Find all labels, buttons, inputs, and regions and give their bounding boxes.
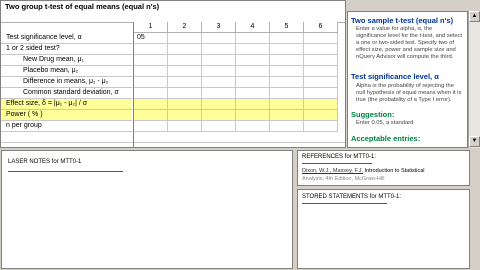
grid-cell[interactable] xyxy=(202,110,236,121)
grid-cell[interactable] xyxy=(236,99,270,110)
grid-cell[interactable] xyxy=(134,88,168,99)
grid-cell[interactable] xyxy=(270,44,304,55)
grid-cell[interactable] xyxy=(134,99,168,110)
grid-cell[interactable] xyxy=(270,33,304,44)
grid-cell[interactable] xyxy=(304,44,338,55)
grid-cell[interactable] xyxy=(270,121,304,132)
grid-title: Two group t-test of equal means (equal n… xyxy=(5,2,160,11)
grid-cell[interactable] xyxy=(202,44,236,55)
scroll-up-arrow-icon[interactable]: ▲ xyxy=(469,11,480,22)
grid-cell[interactable] xyxy=(168,33,202,44)
grid-cell[interactable] xyxy=(168,121,202,132)
suggestion-label: Suggestion: xyxy=(351,110,395,119)
grid-cell[interactable] xyxy=(134,44,168,55)
grid-cell[interactable] xyxy=(236,121,270,132)
grid-cell[interactable] xyxy=(168,88,202,99)
grid-cell[interactable] xyxy=(202,33,236,44)
grid-cell[interactable] xyxy=(202,77,236,88)
column-header-6[interactable]: 6 xyxy=(304,22,338,33)
scroll-down-arrow-icon[interactable]: ▼ xyxy=(469,136,480,147)
stored-title: STORED STATEMENTS for MTT0-1: xyxy=(302,194,402,200)
grid-cell[interactable] xyxy=(168,99,202,110)
notes-title: LASER NOTES for MTT0-1 xyxy=(8,159,82,165)
grid-cell[interactable] xyxy=(202,55,236,66)
stored-statements-pane[interactable]: STORED STATEMENTS for MTT0-1: xyxy=(297,189,470,269)
grid-cell[interactable] xyxy=(202,121,236,132)
grid-cell[interactable] xyxy=(304,99,338,110)
column-header-2[interactable]: 2 xyxy=(168,22,202,33)
grid-cell[interactable] xyxy=(236,55,270,66)
label-column-divider xyxy=(133,22,134,147)
grid-cell[interactable] xyxy=(134,110,168,121)
grid-empty-row xyxy=(1,132,345,143)
grid-cell[interactable] xyxy=(270,77,304,88)
grid-cell[interactable] xyxy=(304,55,338,66)
grid-cell[interactable] xyxy=(304,121,338,132)
grid-cell[interactable] xyxy=(168,66,202,77)
grid-cell[interactable] xyxy=(270,110,304,121)
row-label: 1 or 2 sided test? xyxy=(1,44,132,55)
grid-cell[interactable] xyxy=(236,33,270,44)
grid-cell[interactable] xyxy=(236,44,270,55)
row-label: Placebo mean, μ₂ xyxy=(1,66,132,77)
grid-cell[interactable] xyxy=(134,66,168,77)
row-label: n per group xyxy=(1,121,132,132)
row-label: Difference in means, μ₁ - μ₂ xyxy=(1,77,132,88)
column-header-1[interactable]: 1 xyxy=(134,22,168,33)
row-label: Power ( % ) xyxy=(1,110,132,121)
references-underline xyxy=(302,163,372,164)
reference-title: Introduction to Statistical xyxy=(364,168,425,174)
grid-cell[interactable] xyxy=(168,77,202,88)
grid-cell[interactable] xyxy=(236,110,270,121)
grid-cell[interactable] xyxy=(134,121,168,132)
help-title: Two sample t-test (equal n's) xyxy=(351,16,454,25)
grid-cell[interactable] xyxy=(304,77,338,88)
grid-cell[interactable] xyxy=(270,99,304,110)
column-header-5[interactable]: 5 xyxy=(270,22,304,33)
column-header-4[interactable]: 4 xyxy=(236,22,270,33)
references-pane[interactable]: REFERENCES for MTT0-1: Dixon, W.J., Mass… xyxy=(297,150,470,186)
row-label: New Drug mean, μ₁ xyxy=(1,55,132,66)
acceptable-entries-label: Acceptable entries: xyxy=(351,134,421,143)
grid-cell[interactable] xyxy=(236,88,270,99)
row-label: Test significance level, α xyxy=(1,33,132,44)
row-label: Common standard deviation, σ xyxy=(1,88,132,99)
grid-cell[interactable] xyxy=(202,99,236,110)
laser-notes-pane[interactable]: LASER NOTES for MTT0-1 xyxy=(1,150,293,269)
stored-underline xyxy=(302,203,387,204)
grid-cell[interactable] xyxy=(270,66,304,77)
references-title: REFERENCES for MTT0-1: xyxy=(302,154,377,160)
grid-cell[interactable] xyxy=(304,110,338,121)
column-header-3[interactable]: 3 xyxy=(202,22,236,33)
grid-cell[interactable] xyxy=(202,66,236,77)
design-grid: Two group t-test of equal means (equal n… xyxy=(0,0,346,148)
notes-underline xyxy=(8,171,123,172)
help-panel: Two sample t-test (equal n's) Enter a va… xyxy=(347,11,468,148)
reference-authors: Dixon, W.J., Massey, F.J. xyxy=(302,168,364,174)
suggestion-text: Enter 0.05, a standard xyxy=(356,120,414,126)
grid-cell[interactable] xyxy=(168,55,202,66)
grid-cell[interactable] xyxy=(168,44,202,55)
grid-cell[interactable] xyxy=(236,66,270,77)
grid-cell[interactable] xyxy=(168,110,202,121)
grid-cell[interactable] xyxy=(134,77,168,88)
grid-cell[interactable] xyxy=(134,55,168,66)
help-section-title: Test significance level, α xyxy=(351,72,439,81)
reference-entry-cont: Analysis, 4th Edition, McGraw-Hill xyxy=(302,176,385,182)
grid-cell[interactable] xyxy=(202,88,236,99)
grid-cell[interactable] xyxy=(270,88,304,99)
grid-cell[interactable] xyxy=(304,88,338,99)
reference-entry: Dixon, W.J., Massey, F.J. Introduction t… xyxy=(302,168,424,174)
grid-cell[interactable] xyxy=(304,66,338,77)
help-scrollbar[interactable]: ▲ ▼ xyxy=(468,11,480,148)
help-intro: Enter a value for alpha, α, the signific… xyxy=(356,26,463,60)
grid-cell[interactable] xyxy=(304,33,338,44)
row-label: Effect size, δ = |μ₁ - μ₂| / σ xyxy=(1,99,132,110)
grid-cell[interactable] xyxy=(236,77,270,88)
grid-cell[interactable] xyxy=(270,55,304,66)
help-section-text: Alpha is the probability of rejecting th… xyxy=(356,83,462,103)
grid-cell[interactable]: 05 xyxy=(134,33,168,44)
